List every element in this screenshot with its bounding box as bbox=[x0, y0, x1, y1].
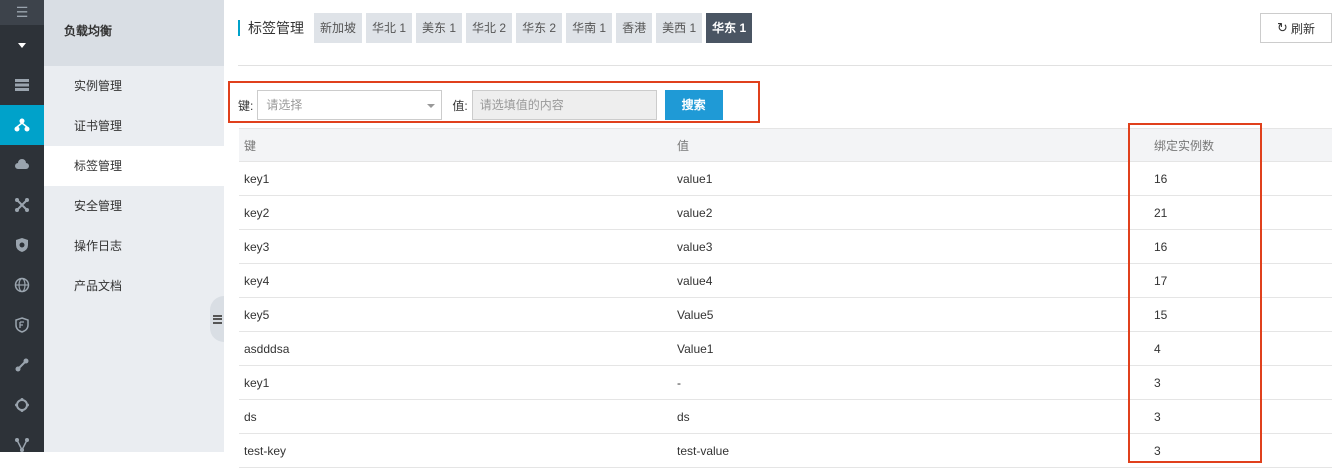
sidebar-item-certificates[interactable]: 证书管理 bbox=[44, 106, 224, 146]
column-header-instances: 绑定实例数 bbox=[1154, 138, 1215, 153]
cell-value: - bbox=[677, 375, 681, 390]
sidebar: 负载均衡 实例管理 证书管理 标签管理 安全管理 操作日志 产品文档 bbox=[44, 0, 224, 452]
cell-key: key1 bbox=[244, 171, 270, 186]
key-select[interactable]: 请选择 bbox=[257, 90, 443, 120]
table-row: asdddsa Value1 4 bbox=[239, 332, 1332, 366]
chevron-down-icon bbox=[427, 104, 436, 108]
cell-key: ds bbox=[244, 409, 257, 424]
cell-instances: 21 bbox=[1154, 205, 1168, 220]
sidebar-item-logs[interactable]: 操作日志 bbox=[44, 226, 224, 266]
cell-instances: 16 bbox=[1154, 171, 1168, 186]
region-tab[interactable]: 香港 bbox=[616, 13, 653, 43]
table-row: test-key test-value 3 bbox=[239, 434, 1332, 468]
table-row: ds ds 3 bbox=[239, 400, 1332, 434]
icon-rail: ☰ bbox=[0, 0, 44, 452]
value-label: 值: bbox=[452, 98, 468, 113]
title-accent bbox=[238, 20, 240, 36]
region-tab-active[interactable]: 华东 1 bbox=[706, 13, 753, 43]
cell-value: value2 bbox=[677, 205, 713, 220]
region-tab[interactable]: 华南 1 bbox=[566, 13, 613, 43]
title-bar: 标签管理 新加坡 华北 1 美东 1 华北 2 华东 2 华南 1 香港 美西 … bbox=[238, 13, 756, 43]
cell-value: ds bbox=[677, 409, 690, 424]
column-header-value: 值 bbox=[677, 138, 690, 153]
hexagon-icon[interactable] bbox=[0, 385, 44, 425]
region-tab[interactable]: 华北 1 bbox=[366, 13, 413, 43]
cell-key: asdddsa bbox=[244, 341, 290, 356]
table-row: key1 value1 16 bbox=[239, 162, 1332, 196]
table-header: 键 值 绑定实例数 bbox=[239, 128, 1332, 162]
server-icon[interactable] bbox=[0, 65, 44, 105]
refresh-button[interactable]: ↻ 刷新 bbox=[1260, 13, 1332, 43]
cell-instances: 16 bbox=[1154, 239, 1168, 254]
table-row: key1 - 3 bbox=[239, 366, 1332, 400]
security-icon[interactable] bbox=[0, 305, 44, 345]
cell-key: test-key bbox=[244, 443, 287, 458]
tags-table: 键 值 绑定实例数 key1 value1 16 key2 value2 21 … bbox=[239, 128, 1332, 468]
cell-instances: 3 bbox=[1154, 443, 1161, 458]
dropdown-icon[interactable] bbox=[0, 25, 44, 65]
page-title: 标签管理 bbox=[248, 20, 304, 36]
cell-instances: 3 bbox=[1154, 409, 1161, 424]
region-tab[interactable]: 华东 2 bbox=[516, 13, 563, 43]
sidebar-title: 负载均衡 bbox=[44, 0, 224, 66]
cell-instances: 4 bbox=[1154, 341, 1161, 356]
menu-icon[interactable]: ☰ bbox=[0, 0, 44, 25]
sidebar-item-docs[interactable]: 产品文档 bbox=[44, 266, 224, 306]
cell-key: key5 bbox=[244, 307, 270, 322]
cell-instances: 17 bbox=[1154, 273, 1168, 288]
key-select-placeholder: 请选择 bbox=[266, 98, 303, 112]
region-tab[interactable]: 新加坡 bbox=[314, 13, 363, 43]
sidebar-item-instances[interactable]: 实例管理 bbox=[44, 66, 224, 106]
region-tab[interactable]: 华北 2 bbox=[466, 13, 513, 43]
globe-icon[interactable] bbox=[0, 265, 44, 305]
cell-value: Value5 bbox=[677, 307, 714, 322]
search-bar: 键: 请选择 值: 请选填值的内容 搜索 bbox=[238, 90, 723, 120]
sidebar-collapse-handle[interactable] bbox=[210, 296, 224, 342]
cell-key: key3 bbox=[244, 239, 270, 254]
cell-value: value1 bbox=[677, 171, 713, 186]
region-tab[interactable]: 美西 1 bbox=[656, 13, 703, 43]
search-button[interactable]: 搜索 bbox=[664, 90, 723, 120]
cell-value: Value1 bbox=[677, 341, 714, 356]
table-row: key4 value4 17 bbox=[239, 264, 1332, 298]
cell-value: value4 bbox=[677, 273, 713, 288]
key-label: 键: bbox=[238, 98, 254, 113]
cell-value: test-value bbox=[677, 443, 730, 458]
divider bbox=[238, 65, 1332, 66]
table-row: key3 value3 16 bbox=[239, 230, 1332, 264]
column-header-key: 键 bbox=[244, 138, 257, 153]
collapse-icon bbox=[212, 314, 222, 324]
network-icon[interactable] bbox=[0, 185, 44, 225]
sidebar-item-tags[interactable]: 标签管理 bbox=[44, 146, 224, 186]
cloud-icon[interactable] bbox=[0, 145, 44, 185]
topology-icon[interactable] bbox=[0, 425, 44, 465]
cell-key: key1 bbox=[244, 375, 270, 390]
link-icon[interactable] bbox=[0, 345, 44, 385]
cell-key: key2 bbox=[244, 205, 270, 220]
main-content: 标签管理 新加坡 华北 1 美东 1 华北 2 华东 2 华南 1 香港 美西 … bbox=[224, 0, 1342, 468]
value-input[interactable]: 请选填值的内容 bbox=[471, 90, 657, 120]
sidebar-item-security[interactable]: 安全管理 bbox=[44, 186, 224, 226]
refresh-icon: ↻ bbox=[1277, 20, 1288, 35]
table-row: key2 value2 21 bbox=[239, 196, 1332, 230]
refresh-label: 刷新 bbox=[1290, 21, 1315, 36]
load-balancer-icon[interactable] bbox=[0, 105, 44, 145]
cell-instances: 15 bbox=[1154, 307, 1168, 322]
cell-instances: 3 bbox=[1154, 375, 1161, 390]
cell-key: key4 bbox=[244, 273, 270, 288]
table-row: key5 Value5 15 bbox=[239, 298, 1332, 332]
cell-value: value3 bbox=[677, 239, 713, 254]
shield-icon[interactable] bbox=[0, 225, 44, 265]
region-tab[interactable]: 美东 1 bbox=[416, 13, 463, 43]
